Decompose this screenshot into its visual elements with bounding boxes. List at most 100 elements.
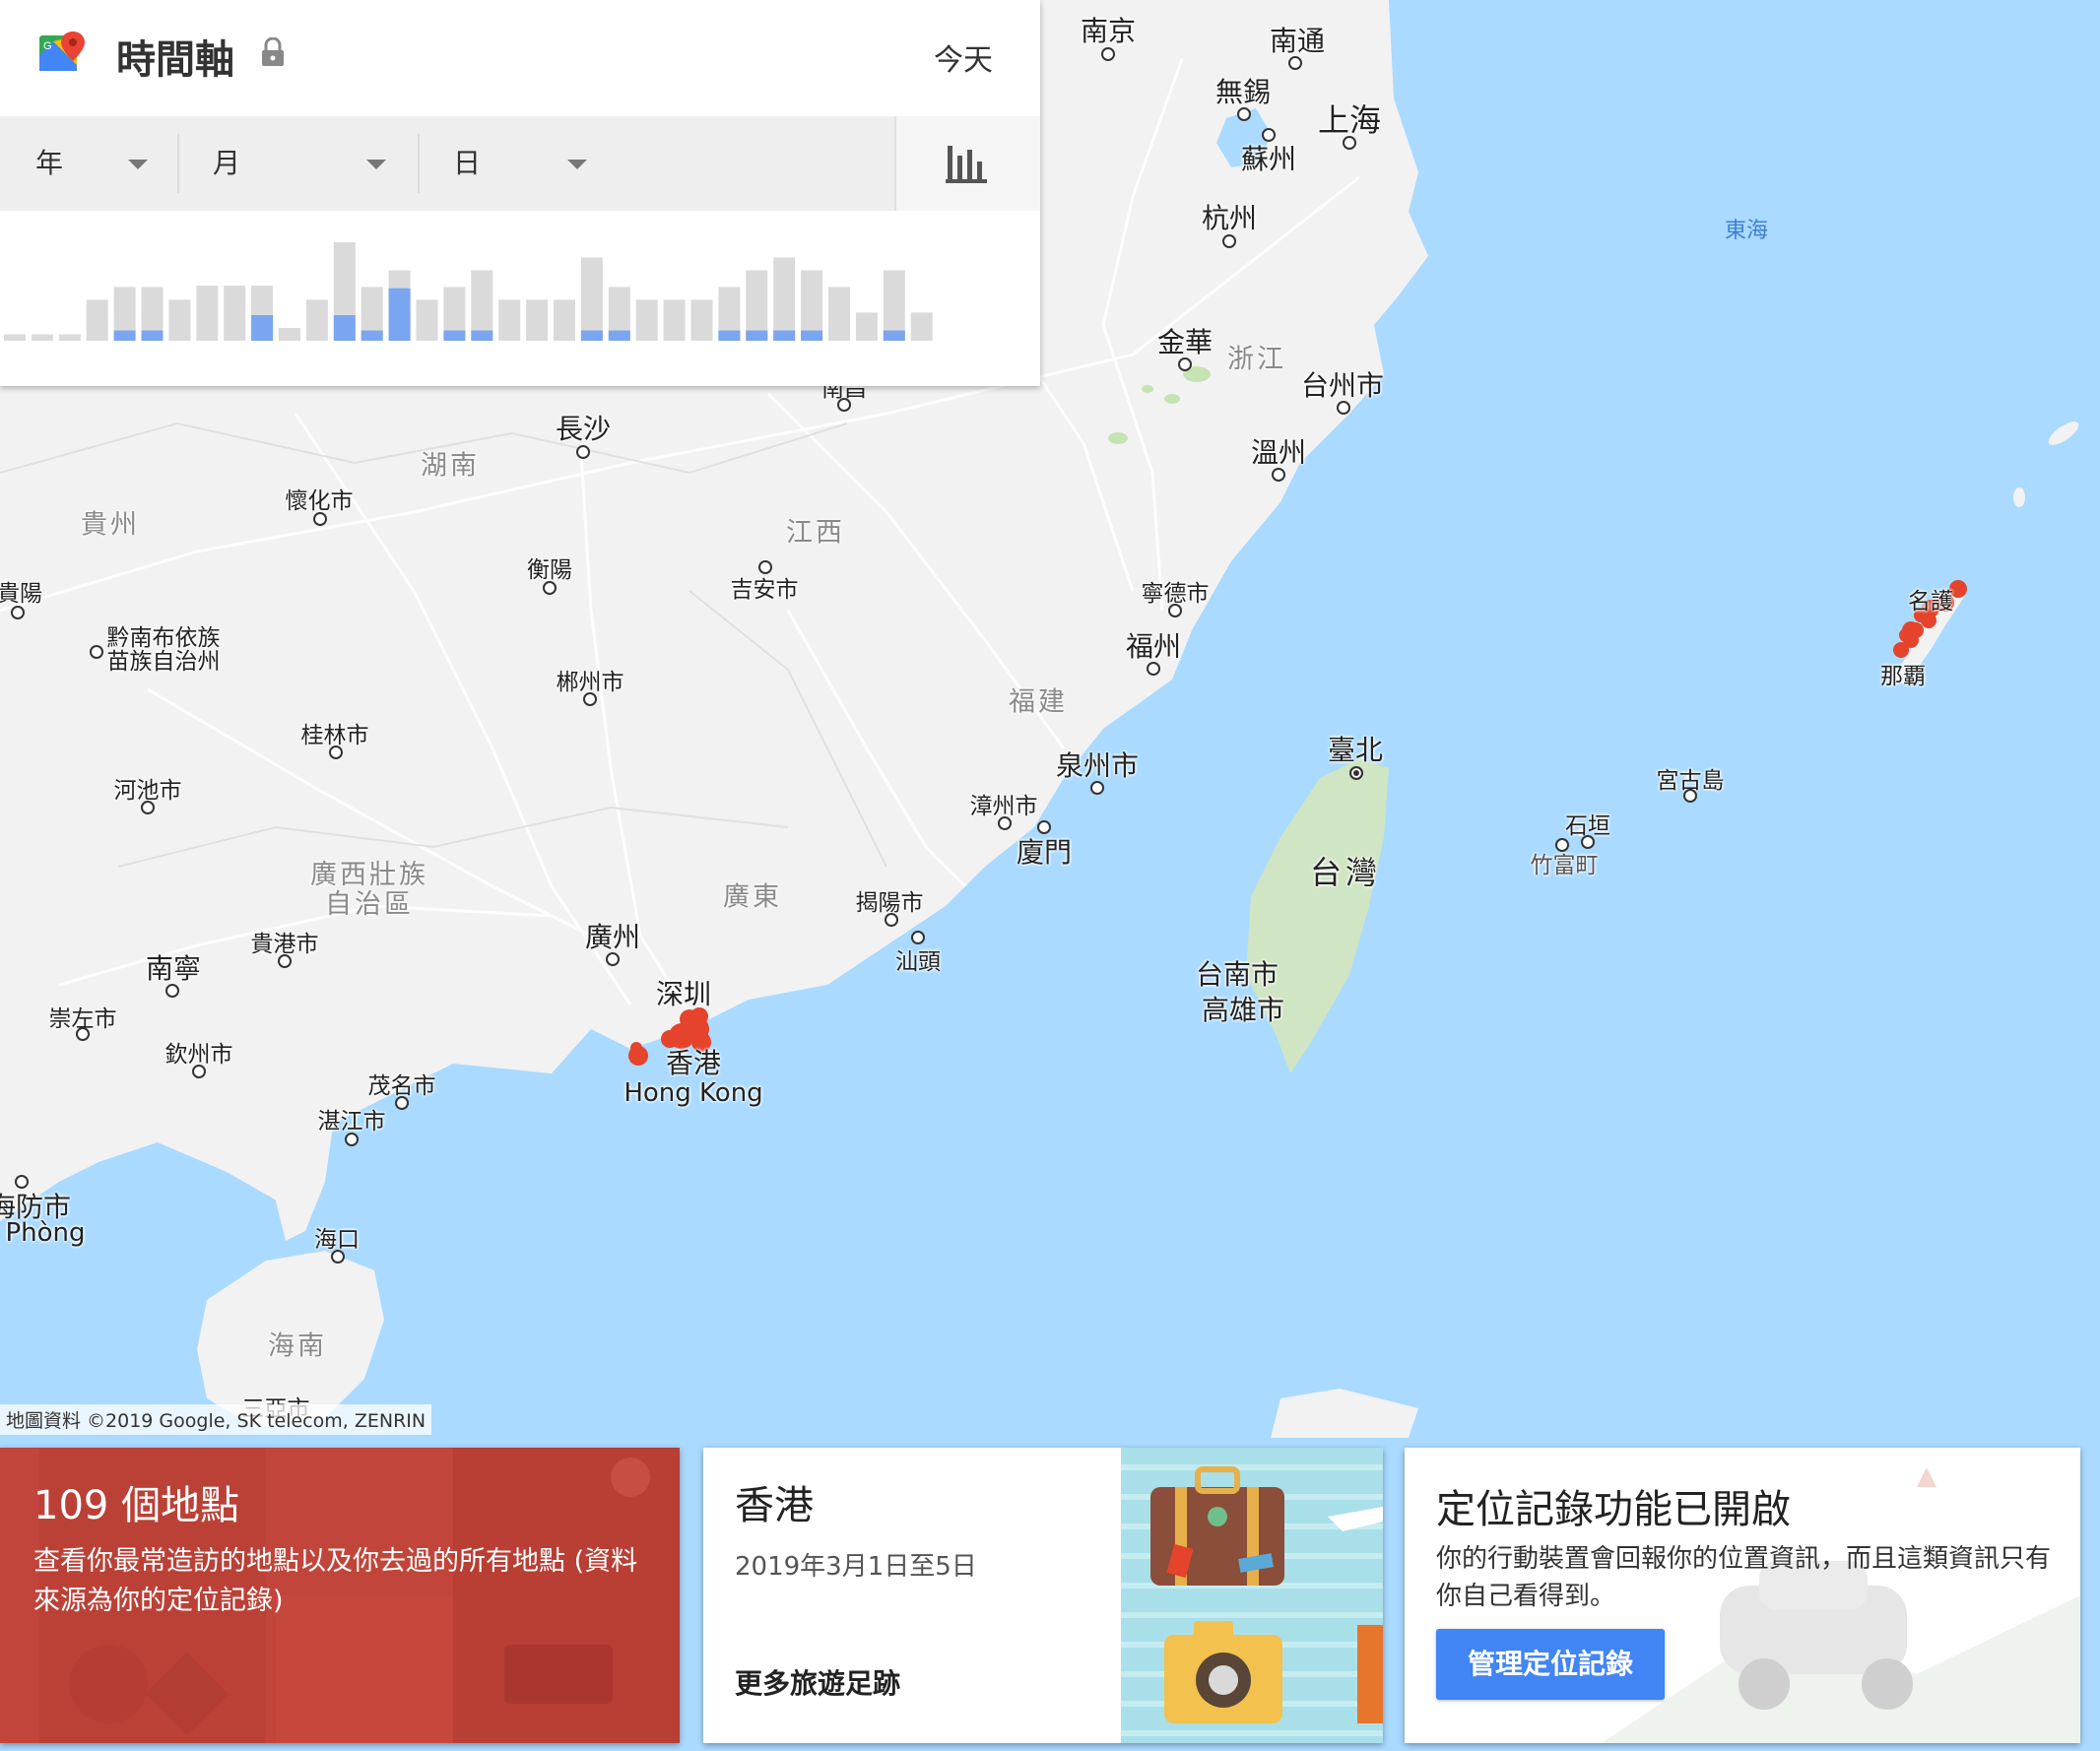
- activity-histogram[interactable]: [0, 213, 1040, 386]
- city-label-zhangzhou[interactable]: 漳州市: [970, 787, 1038, 820]
- month-select-label: 月: [213, 147, 241, 179]
- trip-card[interactable]: 香港 2019年3月1日至5日 更多旅遊足跡: [703, 1448, 1383, 1743]
- city-label-haiphong-vi[interactable]: Phòng: [5, 1218, 85, 1248]
- bar-chart-toggle-button[interactable]: [894, 116, 1040, 211]
- city-label-shanghai[interactable]: 上海: [1318, 96, 1381, 141]
- histogram-bar[interactable]: [580, 257, 603, 342]
- city-label-fuzhou[interactable]: 福州: [1126, 625, 1181, 665]
- city-label-suzhou[interactable]: 蘇州: [1241, 138, 1296, 177]
- city-label-shenzhen[interactable]: 深圳: [656, 973, 711, 1012]
- histogram-bar-highlight[interactable]: [746, 330, 768, 341]
- histogram-bar-highlight[interactable]: [388, 288, 411, 341]
- map-attribution[interactable]: 地圖資料 ©2019 Google, SK telecom, ZENRIN: [0, 1404, 432, 1435]
- city-label-nantong[interactable]: 南通: [1270, 20, 1325, 59]
- histogram-bar-highlight[interactable]: [443, 330, 466, 341]
- histogram-bar-highlight[interactable]: [883, 330, 905, 341]
- histogram-bar[interactable]: [663, 299, 686, 341]
- location-history-title: 定位記錄功能已開啟: [1436, 1487, 1791, 1532]
- histogram-bar[interactable]: [910, 312, 933, 341]
- city-label-jian[interactable]: 吉安市: [731, 570, 799, 604]
- histogram-bar[interactable]: [31, 334, 53, 342]
- city-label-chenzhou[interactable]: 郴州市: [557, 663, 624, 696]
- histogram-bar-highlight[interactable]: [141, 330, 164, 341]
- lock-icon[interactable]: [260, 37, 286, 67]
- city-label-maoming[interactable]: 茂名市: [368, 1067, 436, 1100]
- city-label-zhanjiang[interactable]: 湛江市: [318, 1102, 386, 1135]
- histogram-bar[interactable]: [690, 299, 713, 341]
- province-label-zhejiang: 浙江: [1227, 344, 1286, 375]
- city-label-xiamen[interactable]: 廈門: [1017, 831, 1072, 871]
- city-label-hangzhou[interactable]: 杭州: [1202, 197, 1257, 236]
- histogram-bar[interactable]: [196, 286, 219, 341]
- histogram-bar[interactable]: [526, 299, 549, 341]
- city-label-tainan[interactable]: 台南市: [1196, 953, 1279, 993]
- histogram-bar[interactable]: [416, 299, 438, 341]
- city-label-naha[interactable]: 那覇: [1880, 657, 1926, 690]
- histogram-bar[interactable]: [855, 312, 878, 341]
- histogram-bar-highlight[interactable]: [773, 330, 796, 341]
- city-label-kaohsiung[interactable]: 高雄市: [1202, 989, 1284, 1028]
- day-select[interactable]: 日: [453, 116, 601, 211]
- year-select[interactable]: 年: [35, 116, 154, 211]
- histogram-bar[interactable]: [635, 299, 658, 341]
- city-label-wenzhou[interactable]: 溫州: [1251, 431, 1306, 471]
- histogram-bar-highlight[interactable]: [580, 330, 603, 341]
- city-label-nanjing[interactable]: 南京: [1081, 10, 1136, 49]
- city-label-guangzhou[interactable]: 廣州: [585, 916, 640, 955]
- histogram-bar-highlight[interactable]: [361, 330, 383, 341]
- today-button[interactable]: 今天: [934, 35, 993, 79]
- city-label-ningde[interactable]: 寧德市: [1142, 574, 1210, 608]
- city-label-changsha[interactable]: 長沙: [556, 408, 611, 447]
- histogram-bar[interactable]: [773, 257, 796, 342]
- city-label-haikou[interactable]: 海口: [314, 1220, 360, 1254]
- location-history-description: 你的行動裝置會回報你的位置資訊，而且這類資訊只有你自己看得到。: [1436, 1544, 2052, 1611]
- city-label-hongkong-en[interactable]: Hong Kong: [623, 1078, 762, 1108]
- histogram-bar-highlight[interactable]: [718, 330, 741, 341]
- histogram-bar[interactable]: [828, 287, 850, 341]
- histogram-bar[interactable]: [279, 328, 300, 341]
- places-card[interactable]: 109 個地點 查看你最常造訪的地點以及你去過的所有地點 (資料來源為你的定位記…: [0, 1448, 680, 1743]
- city-label-taizhou[interactable]: 台州市: [1301, 364, 1384, 404]
- city-label-nanning[interactable]: 南寧: [146, 947, 201, 987]
- city-label-guigang[interactable]: 貴港市: [251, 925, 319, 958]
- city-label-taipei[interactable]: 臺北: [1328, 729, 1383, 768]
- city-label-qinzhou[interactable]: 欽州市: [165, 1035, 233, 1069]
- histogram-bar-highlight[interactable]: [333, 315, 356, 341]
- histogram-bar-highlight[interactable]: [608, 330, 630, 341]
- city-label-jinhua[interactable]: 金華: [1157, 321, 1213, 360]
- histogram-bar[interactable]: [883, 270, 905, 342]
- date-filter-bar: 年 月 日: [0, 116, 1040, 211]
- histogram-bar[interactable]: [554, 299, 575, 341]
- city-label-hechi[interactable]: 河池市: [114, 771, 182, 805]
- more-trips-link[interactable]: 更多旅遊足跡: [735, 1662, 900, 1702]
- histogram-bar[interactable]: [498, 299, 521, 341]
- histogram-bar-highlight[interactable]: [113, 330, 136, 341]
- city-label-nago[interactable]: 名護: [1908, 582, 1953, 616]
- city-label-guilin[interactable]: 桂林市: [301, 716, 369, 749]
- histogram-bar[interactable]: [86, 299, 108, 341]
- histogram-bar-highlight[interactable]: [801, 330, 823, 341]
- histogram-bar-highlight[interactable]: [251, 315, 274, 341]
- histogram-bar[interactable]: [746, 270, 768, 342]
- histogram-bar[interactable]: [224, 286, 246, 341]
- histogram-bar[interactable]: [305, 299, 328, 341]
- month-select[interactable]: 月: [213, 116, 400, 211]
- city-label-hongkong[interactable]: 香港: [666, 1042, 721, 1081]
- city-label-guiyang[interactable]: 貴陽: [0, 574, 42, 608]
- city-label-hengyang[interactable]: 衡陽: [527, 551, 572, 584]
- histogram-bar[interactable]: [168, 299, 191, 341]
- city-label-quanzhou[interactable]: 泉州市: [1056, 745, 1139, 784]
- manage-location-history-button[interactable]: 管理定位記錄: [1436, 1629, 1665, 1700]
- city-label-shantou[interactable]: 汕頭: [895, 942, 941, 976]
- city-label-huaihua[interactable]: 懷化市: [286, 482, 354, 515]
- histogram-bar[interactable]: [4, 334, 26, 342]
- location-history-card[interactable]: 定位記錄功能已開啟 你的行動裝置會回報你的位置資訊，而且這類資訊只有你自己看得到…: [1405, 1448, 2080, 1743]
- city-label-wuxi[interactable]: 無錫: [1215, 71, 1271, 110]
- histogram-bar[interactable]: [801, 270, 823, 342]
- city-label-jieyang[interactable]: 揭陽市: [856, 883, 924, 917]
- province-label-hunan: 湖南: [421, 450, 480, 482]
- city-label-qiannan[interactable]: 黔南布依族 苗族自治州: [107, 626, 221, 674]
- histogram-bar[interactable]: [58, 334, 81, 342]
- histogram-bar-highlight[interactable]: [471, 330, 493, 341]
- histogram-bar[interactable]: [471, 270, 493, 342]
